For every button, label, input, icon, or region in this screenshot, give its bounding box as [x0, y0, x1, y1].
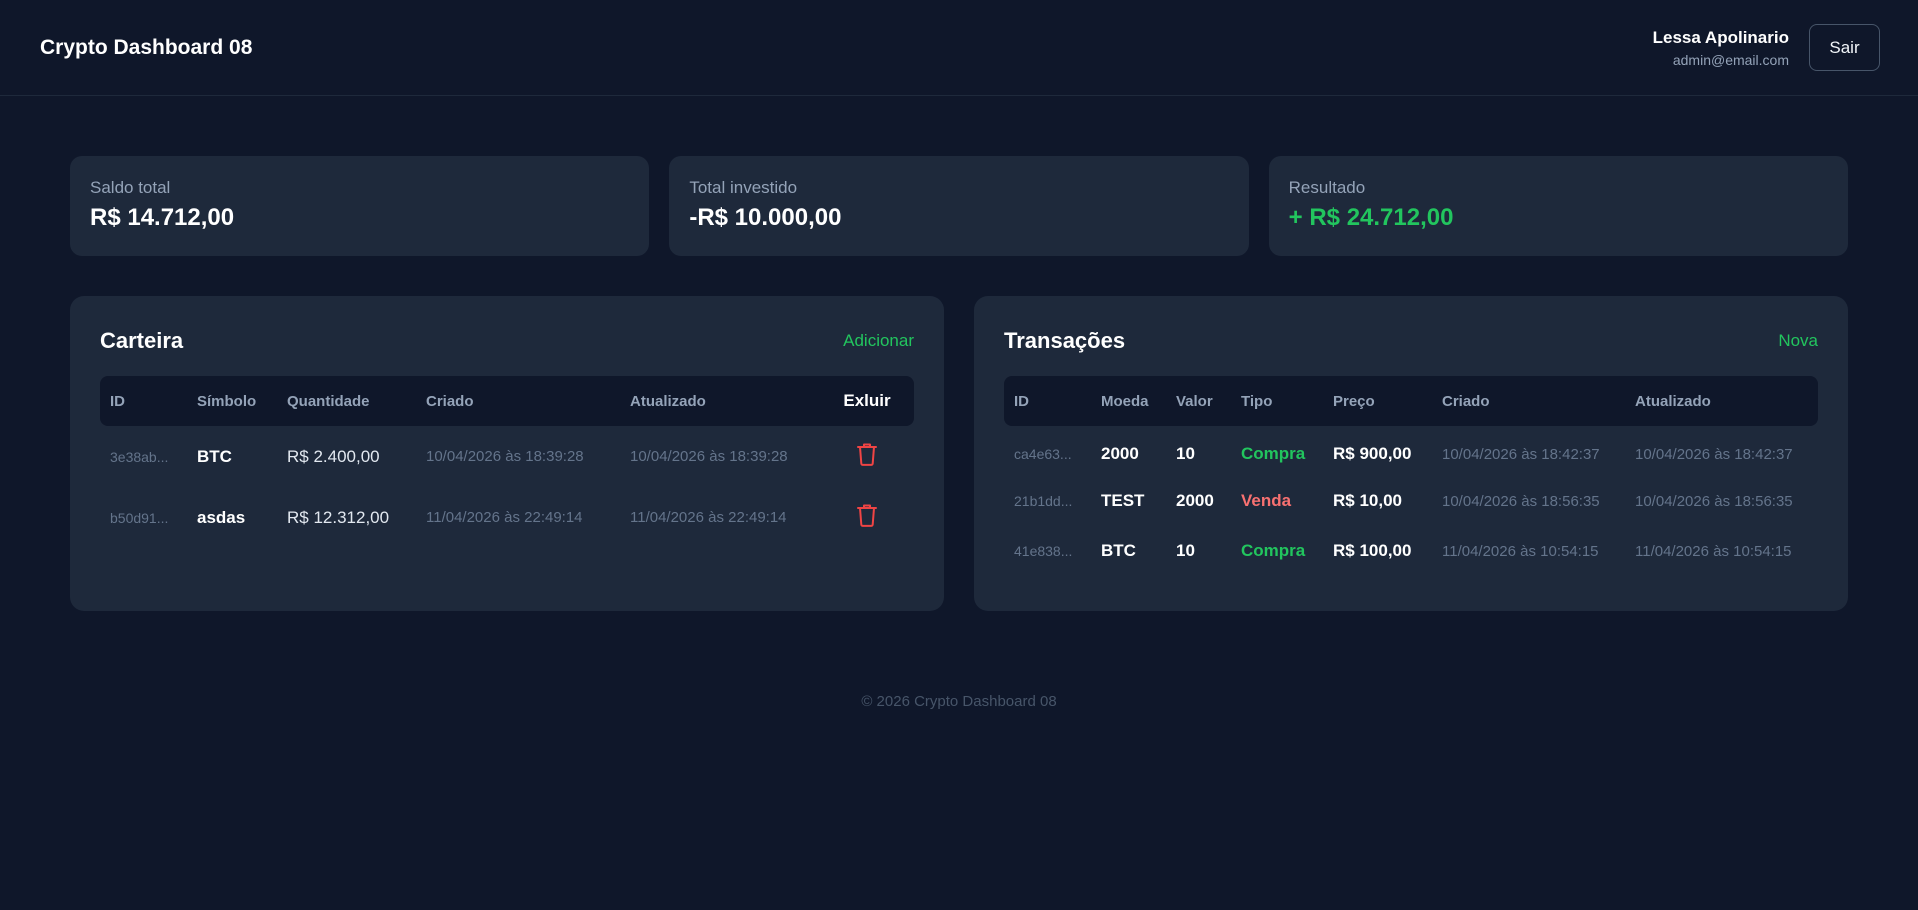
add-asset-button[interactable]: Adicionar — [843, 331, 914, 351]
stats-row: Saldo total R$ 14.712,00 Total investido… — [70, 156, 1848, 256]
table-header: ID Moeda Valor Tipo Preço Criado Atualiz… — [1004, 376, 1818, 426]
table-row: 21b1dd... TEST 2000 Venda R$ 10,00 10/04… — [1004, 476, 1818, 526]
column-header-updated: Atualizado — [630, 392, 706, 410]
user-name: Lessa Apolinario — [1652, 27, 1789, 47]
transactions-table: ID Moeda Valor Tipo Preço Criado Atualiz… — [1004, 376, 1818, 576]
new-transaction-button[interactable]: Nova — [1778, 331, 1818, 351]
stat-value: + R$ 24.712,00 — [1288, 204, 1454, 231]
stat-card-invested: Total investido -R$ 10.000,00 — [669, 156, 1249, 256]
cell-id: 3e38ab... — [110, 448, 169, 465]
cell-type: Compra — [1241, 541, 1306, 560]
wallet-panel: Carteira Adicionar ID Símbolo Quantidade… — [70, 296, 944, 611]
cell-type: Compra — [1241, 444, 1306, 463]
column-header-id: ID — [1014, 392, 1029, 410]
table-row: b50d91... asdas R$ 12.312,00 11/04/2026 … — [100, 487, 914, 548]
panel-title: Transações — [1004, 328, 1126, 353]
cell-quantity: R$ 2.400,00 — [287, 446, 380, 466]
app-title: Crypto Dashboard 08 — [40, 35, 253, 59]
table-body: ca4e63... 2000 10 Compra R$ 900,00 10/04… — [1004, 426, 1818, 576]
cell-id: 21b1dd... — [1014, 493, 1073, 509]
cell-updated: 10/04/2026 às 18:42:37 — [1635, 445, 1793, 463]
wallet-table: ID Símbolo Quantidade Criado Atualizado … — [100, 376, 914, 548]
footer: © 2026 Crypto Dashboard 08 — [861, 693, 1057, 710]
cell-amount: 10 — [1176, 444, 1195, 463]
stat-label: Saldo total — [90, 178, 171, 197]
cell-updated: 11/04/2026 às 10:54:15 — [1635, 542, 1792, 560]
column-header-coin: Moeda — [1101, 392, 1149, 410]
cell-type: Venda — [1241, 491, 1292, 510]
header-row: ID Moeda Valor Tipo Preço Criado Atualiz… — [1004, 376, 1818, 426]
cell-symbol: BTC — [197, 446, 232, 466]
stat-value: R$ 14.712,00 — [90, 204, 235, 231]
cell-updated: 11/04/2026 às 22:49:14 — [630, 509, 787, 526]
panel-title: Carteira — [100, 328, 184, 353]
cell-coin: TEST — [1101, 491, 1145, 510]
cell-quantity: R$ 12.312,00 — [287, 507, 390, 527]
cell-amount: 2000 — [1176, 491, 1214, 510]
cell-updated: 10/04/2026 às 18:56:35 — [1635, 492, 1793, 510]
panel-header: Carteira Adicionar — [100, 328, 914, 354]
column-header-created: Criado — [1442, 392, 1490, 410]
column-header-amount: Valor — [1176, 392, 1213, 410]
table-row: ca4e63... 2000 10 Compra R$ 900,00 10/04… — [1004, 426, 1818, 476]
cell-coin: BTC — [1101, 541, 1136, 560]
cell-delete — [820, 487, 914, 548]
logout-button[interactable]: Sair — [1809, 24, 1880, 71]
cell-id: 41e838... — [1014, 543, 1073, 559]
transactions-panel: Transações Nova ID Moeda Valor Tipo Preç… — [974, 296, 1848, 611]
cell-price: R$ 900,00 — [1333, 444, 1412, 463]
panel-header: Transações Nova — [1004, 328, 1818, 354]
cell-price: R$ 100,00 — [1333, 541, 1412, 560]
cell-created: 11/04/2026 às 10:54:15 — [1442, 542, 1599, 560]
column-header-price: Preço — [1333, 392, 1375, 410]
cell-symbol: asdas — [197, 507, 246, 527]
user-info: Lessa Apolinario admin@email.com — [1653, 28, 1789, 68]
column-header-id: ID — [110, 392, 125, 410]
table-row: 3e38ab... BTC R$ 2.400,00 10/04/2026 às … — [100, 426, 914, 487]
table-row: 41e838... BTC 10 Compra R$ 100,00 11/04/… — [1004, 526, 1818, 576]
cell-id: b50d91... — [110, 509, 169, 526]
table-header: ID Símbolo Quantidade Criado Atualizado … — [100, 376, 914, 426]
trash-icon[interactable] — [856, 503, 878, 532]
trash-icon[interactable] — [856, 442, 878, 471]
cell-delete — [820, 426, 914, 487]
stat-card-result: Resultado + R$ 24.712,00 — [1268, 156, 1848, 256]
column-header-quantity: Quantidade — [287, 392, 370, 410]
cell-coin: 2000 — [1101, 444, 1139, 463]
column-header-created: Criado — [426, 392, 474, 410]
cell-created: 11/04/2026 às 22:49:14 — [426, 509, 583, 526]
column-header-symbol: Símbolo — [197, 392, 257, 410]
cell-id: ca4e63... — [1014, 446, 1072, 462]
cell-created: 10/04/2026 às 18:56:35 — [1442, 492, 1600, 510]
cell-updated: 10/04/2026 às 18:39:28 — [630, 448, 788, 465]
column-header-type: Tipo — [1241, 392, 1273, 410]
column-header-updated: Atualizado — [1635, 392, 1711, 410]
cell-amount: 10 — [1176, 541, 1195, 560]
user-email: admin@email.com — [1672, 51, 1789, 68]
stat-label: Total investido — [689, 178, 798, 197]
stat-label: Resultado — [1288, 178, 1366, 197]
cell-price: R$ 10,00 — [1333, 491, 1402, 510]
cell-created: 10/04/2026 às 18:42:37 — [1442, 445, 1600, 463]
column-header-delete: Exluir — [843, 391, 891, 410]
panels-row: Carteira Adicionar ID Símbolo Quantidade… — [70, 296, 1848, 611]
main-content: Saldo total R$ 14.712,00 Total investido… — [0, 96, 1918, 710]
top-bar: Crypto Dashboard 08 Lessa Apolinario adm… — [0, 0, 1918, 96]
header-row: ID Símbolo Quantidade Criado Atualizado … — [100, 376, 914, 426]
user-area: Lessa Apolinario admin@email.com Sair — [1653, 24, 1880, 71]
stat-value: -R$ 10.000,00 — [689, 204, 842, 231]
stat-card-balance: Saldo total R$ 14.712,00 — [70, 156, 650, 256]
table-body: 3e38ab... BTC R$ 2.400,00 10/04/2026 às … — [100, 426, 914, 548]
cell-created: 10/04/2026 às 18:39:28 — [426, 448, 584, 465]
